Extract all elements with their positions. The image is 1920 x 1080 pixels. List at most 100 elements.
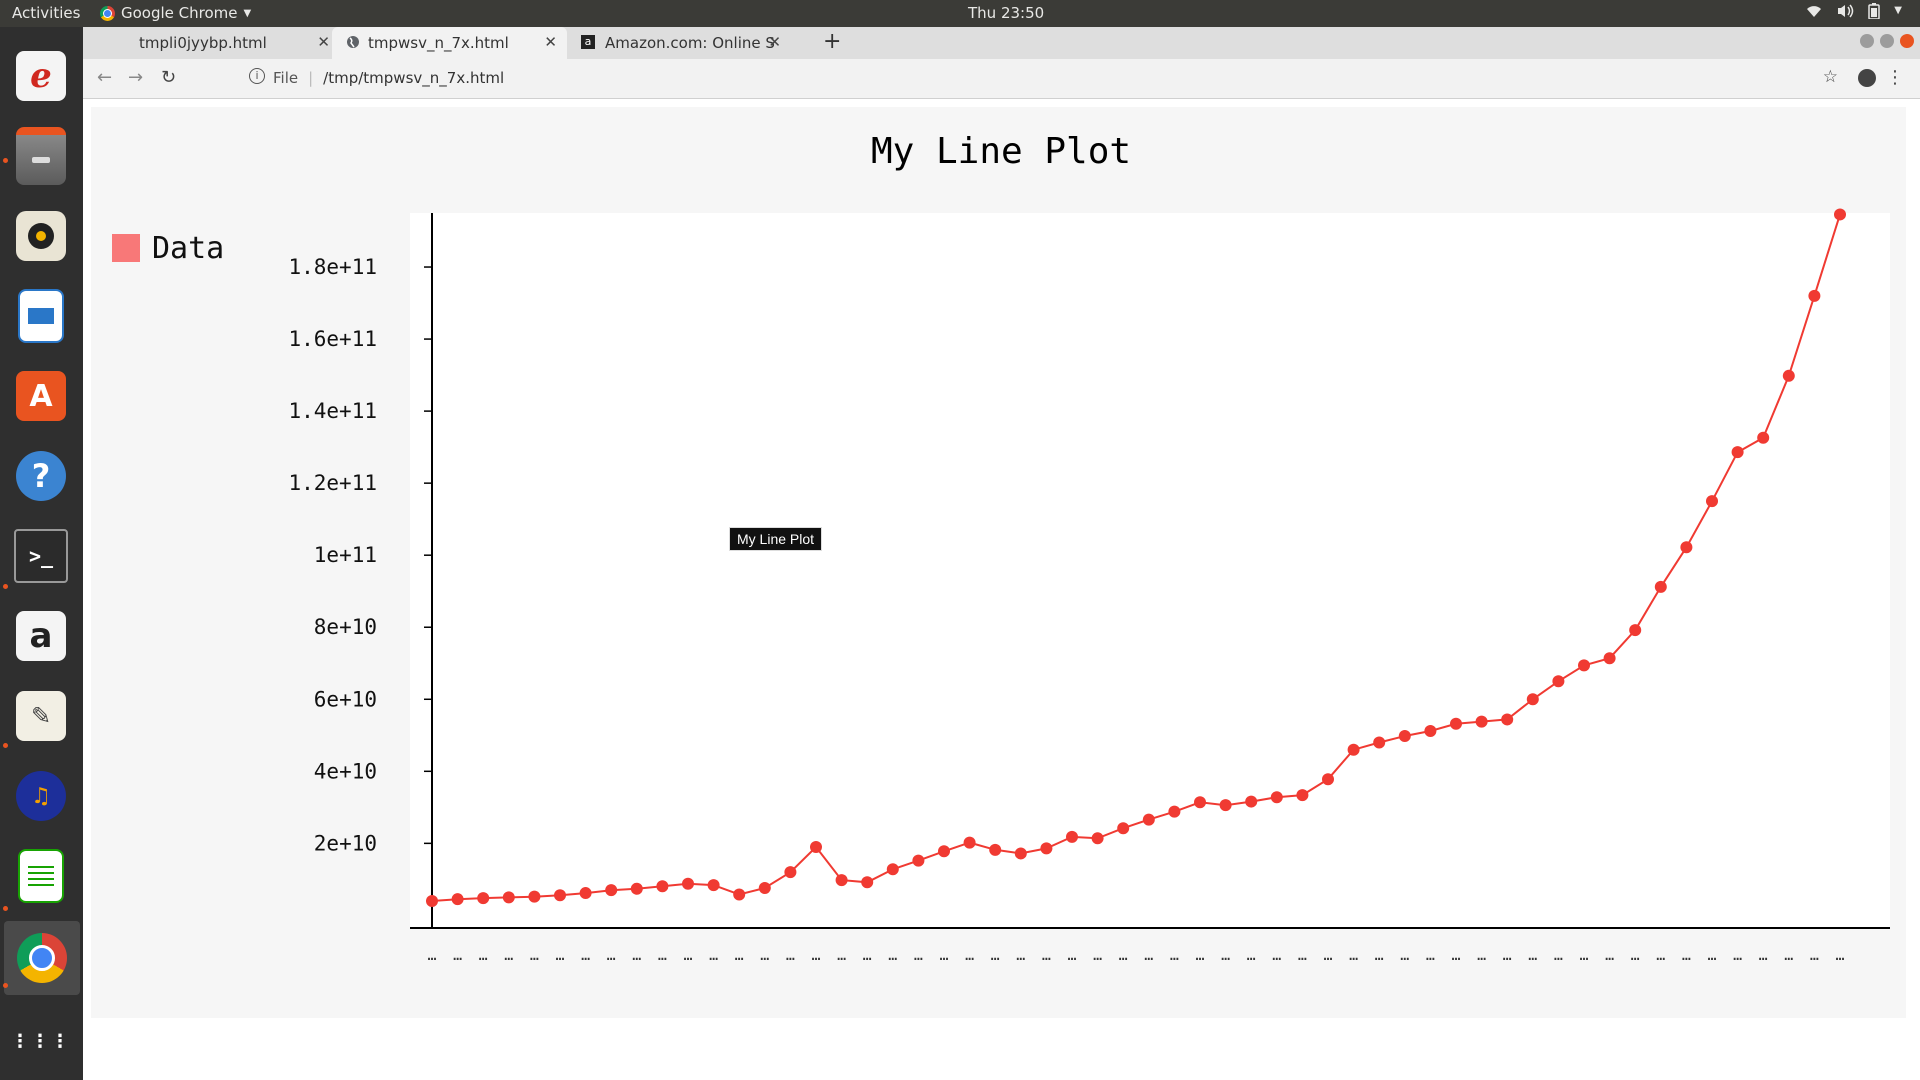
maximize-button[interactable] bbox=[1880, 34, 1894, 48]
x-tick-label: … bbox=[811, 946, 820, 964]
dock-help[interactable]: ? bbox=[10, 445, 72, 507]
x-tick-label: … bbox=[683, 946, 692, 964]
close-icon[interactable]: ✕ bbox=[544, 33, 557, 51]
data-point bbox=[656, 880, 669, 893]
x-tick-label: … bbox=[709, 946, 718, 964]
data-point bbox=[1398, 730, 1411, 743]
dock-text-editor[interactable]: ✎ bbox=[10, 685, 72, 747]
calc-icon bbox=[18, 849, 64, 903]
close-icon[interactable]: ✕ bbox=[317, 33, 330, 51]
x-tick-label: … bbox=[1016, 946, 1025, 964]
data-point bbox=[1245, 795, 1258, 808]
app-menu-label: Google Chrome bbox=[121, 4, 238, 22]
data-point bbox=[1194, 796, 1206, 809]
chrome-icon bbox=[17, 933, 67, 983]
close-icon[interactable]: ✕ bbox=[768, 33, 781, 51]
tab-amazon[interactable]: a Amazon.com: Online Shop ✕ bbox=[573, 27, 791, 59]
data-point bbox=[1296, 789, 1309, 802]
dock-calc[interactable] bbox=[10, 845, 72, 907]
profile-icon[interactable] bbox=[1858, 69, 1876, 87]
rhythmbox-icon bbox=[16, 211, 66, 261]
activities-button[interactable]: Activities bbox=[12, 4, 80, 22]
clock[interactable]: Thu 23:50 bbox=[968, 4, 1044, 22]
tooltip: My Line Plot bbox=[729, 527, 823, 551]
x-tick-label: … bbox=[1067, 946, 1076, 964]
legend: Data bbox=[112, 231, 224, 266]
dock-audacity[interactable]: ♫ bbox=[10, 765, 72, 827]
legend-swatch bbox=[112, 234, 140, 262]
system-tray[interactable]: ▼ bbox=[1806, 3, 1902, 23]
close-window-button[interactable] bbox=[1900, 34, 1914, 48]
dock-writer[interactable] bbox=[10, 285, 72, 347]
data-point bbox=[1731, 446, 1744, 459]
data-point bbox=[1373, 736, 1386, 749]
y-tick-label: 1.6e+11 bbox=[288, 327, 377, 351]
data-point bbox=[1066, 830, 1078, 843]
dock-rhythmbox[interactable] bbox=[10, 205, 72, 267]
y-tick-label: 1.2e+11 bbox=[288, 471, 377, 495]
forward-icon[interactable]: → bbox=[128, 67, 143, 88]
writer-icon bbox=[18, 289, 64, 343]
tab-title: tmpwsv_n_7x.html bbox=[368, 34, 509, 52]
dock-evince[interactable]: e bbox=[10, 45, 72, 107]
x-tick-label: … bbox=[1451, 946, 1460, 964]
running-indicator bbox=[3, 906, 8, 911]
globe-icon bbox=[346, 35, 360, 53]
x-tick-label: … bbox=[1554, 946, 1563, 964]
x-tick-label: … bbox=[1144, 946, 1153, 964]
tab-title: Amazon.com: Online Shop bbox=[605, 34, 775, 52]
data-point bbox=[784, 866, 797, 879]
data-point bbox=[605, 884, 618, 897]
address-bar[interactable]: i File | /tmp/tmpwsv_n_7x.html bbox=[249, 64, 1873, 92]
dock-amazon[interactable]: a bbox=[10, 605, 72, 667]
tab-title: tmpli0jyybp.html bbox=[139, 34, 267, 52]
x-tick-label: … bbox=[1605, 946, 1614, 964]
data-point bbox=[1782, 369, 1795, 382]
dock-files[interactable] bbox=[10, 125, 72, 187]
new-tab-button[interactable]: + bbox=[823, 29, 841, 54]
audacity-icon: ♫ bbox=[16, 771, 66, 821]
x-tick-label: … bbox=[1375, 946, 1384, 964]
data-point bbox=[528, 890, 541, 903]
data-point bbox=[1654, 580, 1667, 593]
data-point bbox=[1347, 743, 1360, 756]
data-point bbox=[938, 845, 950, 858]
x-tick-label: … bbox=[1323, 946, 1332, 964]
x-tick-label: … bbox=[1170, 946, 1179, 964]
minimize-button[interactable] bbox=[1860, 34, 1874, 48]
data-point bbox=[810, 840, 822, 853]
reload-icon[interactable]: ↻ bbox=[161, 67, 176, 88]
dock-software-center[interactable]: A bbox=[10, 365, 72, 427]
text-editor-icon: ✎ bbox=[16, 691, 66, 741]
legend-label: Data bbox=[152, 231, 224, 266]
data-point bbox=[1578, 659, 1590, 672]
data-point bbox=[912, 854, 925, 867]
x-tick-label: … bbox=[939, 946, 948, 964]
menu-icon[interactable]: ⋮ bbox=[1886, 67, 1904, 88]
data-point bbox=[426, 894, 438, 907]
info-icon: i bbox=[249, 68, 265, 84]
data-point bbox=[963, 836, 976, 849]
tab-tmpwsv[interactable]: tmpwsv_n_7x.html ✕ bbox=[332, 27, 567, 59]
wifi-icon bbox=[1806, 3, 1822, 23]
dock-show-apps[interactable]: ⋮⋮⋮ bbox=[10, 1011, 72, 1073]
x-tick-label: … bbox=[1195, 946, 1204, 964]
data-point bbox=[1501, 713, 1514, 726]
x-tick-label: … bbox=[1426, 946, 1435, 964]
x-tick-label: … bbox=[607, 946, 616, 964]
dock-terminal[interactable]: >_ bbox=[10, 525, 72, 587]
app-menu[interactable]: Google Chrome ▼ bbox=[100, 4, 251, 22]
x-tick-label: … bbox=[1221, 946, 1230, 964]
tab-tmpli0jyybp[interactable]: tmpli0jyybp.html ✕ bbox=[95, 27, 340, 59]
x-tick-label: … bbox=[658, 946, 667, 964]
data-point bbox=[1526, 693, 1539, 706]
x-tick-label: … bbox=[888, 946, 897, 964]
dock-chrome[interactable] bbox=[4, 921, 80, 995]
x-tick-label: … bbox=[1503, 946, 1512, 964]
bookmark-star-icon[interactable]: ☆ bbox=[1823, 67, 1838, 87]
x-tick-label: … bbox=[1810, 946, 1819, 964]
chevron-down-icon: ▼ bbox=[1894, 5, 1902, 16]
x-tick-label: … bbox=[760, 946, 769, 964]
data-point bbox=[1091, 832, 1104, 845]
back-icon[interactable]: ← bbox=[97, 67, 112, 88]
